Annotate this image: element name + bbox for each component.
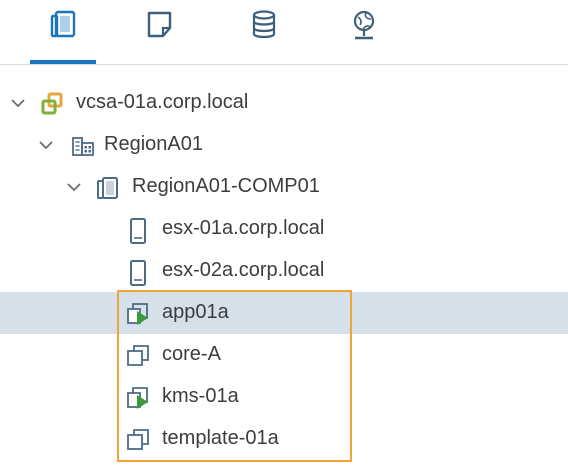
vm-templates-icon: [146, 6, 174, 45]
cluster-icon: [96, 176, 120, 205]
tree-node-label: esx-01a.corp.local: [162, 217, 325, 239]
storage-icon: [250, 6, 278, 45]
tree-node-vcenter[interactable]: vcsa-01a.corp.local: [0, 82, 568, 124]
tree-node-cluster[interactable]: RegionA01-COMP01: [0, 166, 568, 208]
tree-node-host[interactable]: esx-02a.corp.local: [0, 250, 568, 292]
vm-group-highlight: [117, 290, 352, 462]
tree-node-host[interactable]: esx-01a.corp.local: [0, 208, 568, 250]
tab-vms-and-templates[interactable]: [138, 6, 182, 60]
tab-networking[interactable]: [342, 6, 386, 60]
chevron-down-icon[interactable]: [38, 138, 54, 156]
tree-node-label: RegionA01: [104, 133, 203, 155]
active-tab-indicator: [30, 60, 96, 64]
tree-node-datacenter[interactable]: RegionA01: [0, 124, 568, 166]
tree-node-label: vcsa-01a.corp.local: [76, 91, 249, 113]
tab-storage[interactable]: [242, 6, 286, 60]
tab-hosts-and-clusters[interactable]: [42, 6, 86, 60]
datacenter-icon: [70, 134, 96, 163]
tree-node-label: RegionA01-COMP01: [132, 175, 320, 197]
network-icon: [349, 6, 379, 47]
chevron-down-icon[interactable]: [10, 96, 26, 114]
tree-node-label: esx-02a.corp.local: [162, 259, 325, 281]
hosts-clusters-icon: [50, 6, 78, 45]
chevron-down-icon[interactable]: [66, 180, 82, 198]
host-icon: [128, 260, 148, 291]
host-icon: [128, 218, 148, 249]
navigator-tab-bar: [0, 0, 568, 65]
vcenter-icon: [40, 92, 64, 121]
